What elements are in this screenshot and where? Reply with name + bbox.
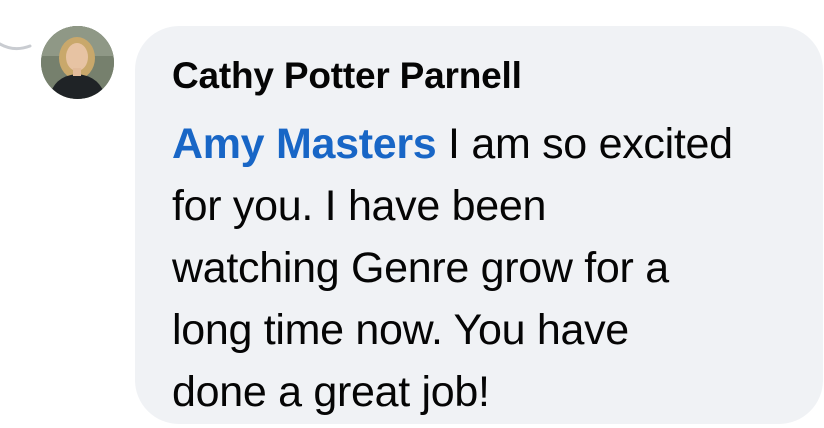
comment-text-segment: I am so excited (436, 120, 733, 168)
avatar[interactable] (41, 26, 114, 99)
comment-body: Amy Masters I am so excited for you. I h… (172, 113, 789, 423)
reply-thread-line (0, 42, 32, 51)
comment-author-name[interactable]: Cathy Potter Parnell (172, 56, 789, 96)
mention-link[interactable]: Amy Masters (172, 120, 437, 168)
comment-line-1: Amy Masters I am so excited (172, 113, 789, 175)
profile-photo-icon (41, 26, 114, 99)
comment-bubble: Cathy Potter Parnell Amy Masters I am so… (135, 26, 823, 424)
comment-line-2: for you. I have been (172, 182, 547, 230)
comment-view: Cathy Potter Parnell Amy Masters I am so… (0, 0, 824, 428)
comment-line-4: long time now. You have (172, 306, 629, 354)
comment-line-3: watching Genre grow for a (172, 244, 669, 292)
comment-line-5: done a great job! (172, 368, 490, 416)
